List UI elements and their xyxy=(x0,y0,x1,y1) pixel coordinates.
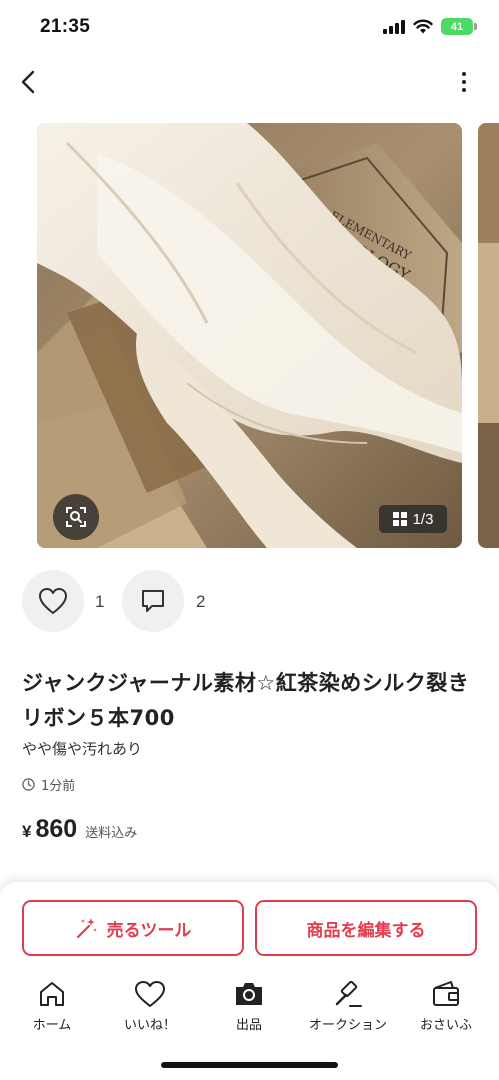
edit-item-label: 商品を編集する xyxy=(306,920,426,941)
posted-time-text: 1分前 xyxy=(41,779,76,794)
comment-count: 2 xyxy=(196,592,206,611)
more-vertical-icon xyxy=(452,72,476,92)
clock-icon xyxy=(22,778,35,791)
sell-tool-button[interactable]: 売るツール xyxy=(22,900,244,956)
battery-cap xyxy=(474,23,477,30)
tab-likes[interactable]: いいね！ xyxy=(102,978,198,1033)
battery-level: 41 xyxy=(450,20,464,33)
grid-icon xyxy=(392,512,407,526)
image-search-button[interactable] xyxy=(53,494,99,540)
tab-home-label: ホーム xyxy=(32,1018,72,1033)
wifi-icon xyxy=(413,19,433,34)
price-value: 860 xyxy=(35,815,78,843)
more-menu-button[interactable] xyxy=(452,70,476,96)
posted-time: 1分前 xyxy=(22,775,75,794)
edit-item-button[interactable]: 商品を編集する xyxy=(255,900,477,956)
home-indicator xyxy=(161,1062,338,1068)
sell-tool-label: 売るツール xyxy=(106,920,192,941)
heart-icon xyxy=(39,588,67,614)
wallet-icon xyxy=(433,981,459,1006)
bottom-panel: 売るツール 商品を編集する ホーム いいね！ 出品 オークション おさいふ xyxy=(0,882,499,1080)
tab-wallet[interactable]: おさいふ xyxy=(398,978,494,1033)
comment-icon xyxy=(142,590,164,612)
back-button[interactable] xyxy=(14,66,42,98)
battery-indicator: 41 xyxy=(441,18,473,35)
item-price: ¥ 860 送料込み xyxy=(22,815,137,844)
like-button[interactable] xyxy=(22,570,84,632)
tab-auction[interactable]: オークション xyxy=(300,978,396,1033)
product-image: ELEMENTARY BIOLOGY xyxy=(37,123,462,548)
next-photo-preview[interactable] xyxy=(478,123,499,548)
signal-icon xyxy=(383,20,405,34)
next-photo-image xyxy=(478,123,499,548)
home-icon xyxy=(40,982,64,1006)
heart-icon xyxy=(135,981,165,1007)
tab-listing[interactable]: 出品 xyxy=(201,978,297,1033)
tab-auction-label: オークション xyxy=(308,1018,387,1033)
image-search-icon xyxy=(66,507,86,527)
item-condition: やや傷や汚れあり xyxy=(22,740,143,758)
chevron-left-icon xyxy=(21,70,35,94)
like-count: 1 xyxy=(95,592,105,611)
price-currency: ¥ xyxy=(22,822,32,841)
tab-wallet-label: おさいふ xyxy=(419,1018,472,1033)
tab-listing-label: 出品 xyxy=(235,1018,262,1033)
page-indicator-text: 1/3 xyxy=(412,510,434,528)
magic-wand-icon xyxy=(76,918,97,939)
tab-likes-label: いいね！ xyxy=(123,1018,176,1033)
camera-icon xyxy=(236,983,262,1005)
status-time: 21:35 xyxy=(40,16,91,37)
comment-button[interactable] xyxy=(122,570,184,632)
tab-home[interactable]: ホーム xyxy=(4,978,100,1033)
status-bar: 21:35 41 xyxy=(0,0,499,56)
gavel-icon xyxy=(335,980,362,1007)
shipping-note: 送料込み xyxy=(85,826,138,841)
product-photo[interactable]: ELEMENTARY BIOLOGY 1/3 xyxy=(37,123,462,548)
item-title: ジャンクジャーナル素材☆紅茶染めシルク裂きリボン５本700 xyxy=(22,671,470,730)
page-indicator[interactable]: 1/3 xyxy=(379,505,447,533)
